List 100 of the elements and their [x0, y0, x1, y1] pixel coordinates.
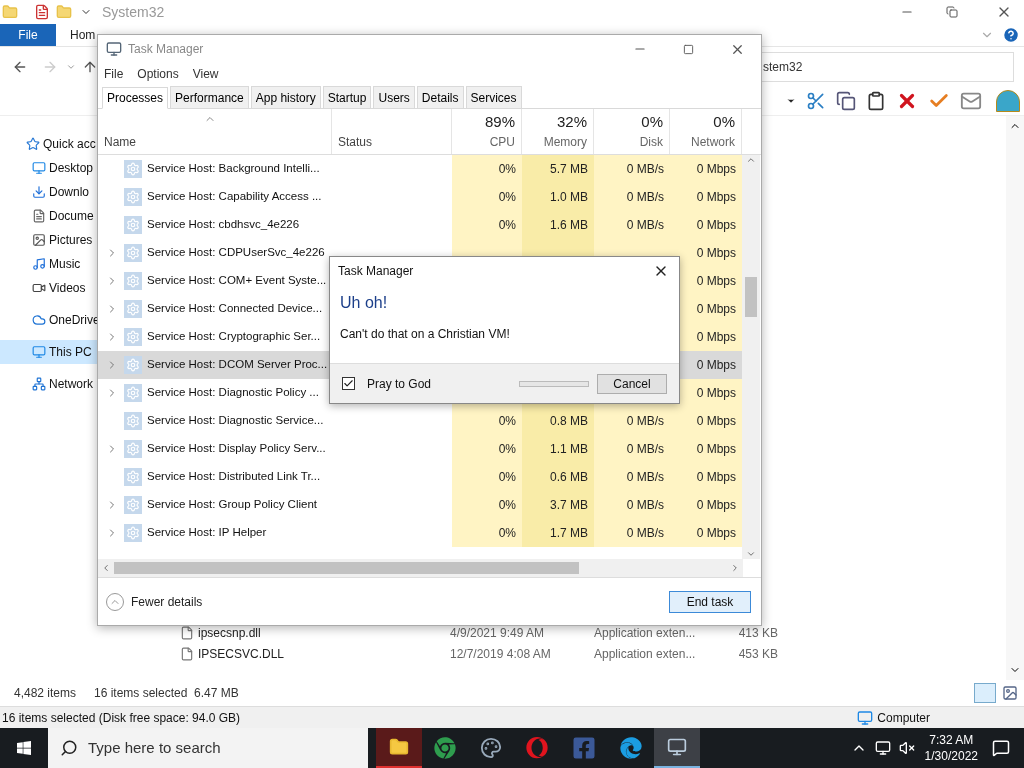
- scissors-icon[interactable]: [806, 90, 826, 111]
- ribbon-tab[interactable]: Hom: [56, 24, 96, 46]
- process-row[interactable]: Service Host: Display Policy Serv... 0% 1.1 MB 0 MB/s 0 Mbps: [98, 435, 742, 463]
- column-header[interactable]: CPU: [489, 133, 515, 151]
- column-header[interactable]: Disk: [639, 133, 663, 151]
- network-icon[interactable]: [874, 740, 891, 756]
- process-row[interactable]: Service Host: Capability Access ... 0% 1.0 MB 0 MB/s 0 Mbps: [98, 183, 742, 211]
- sidebar-icon: [32, 233, 46, 247]
- sidebar-item[interactable]: Quick acc: [0, 132, 100, 156]
- file-type: Application exten...: [594, 624, 697, 642]
- sidebar-item[interactable]: Downlo: [0, 180, 100, 204]
- fewer-details-link[interactable]: Fewer details: [131, 592, 203, 611]
- tab[interactable]: Startup: [322, 86, 372, 108]
- menu-item[interactable]: File: [104, 65, 124, 83]
- file-date: 4/9/2021 9:49 AM: [450, 624, 546, 642]
- process-name: Service Host: Diagnostic Policy ...: [147, 385, 319, 401]
- restore-icon[interactable]: [946, 6, 958, 18]
- sidebar-item[interactable]: Docume: [0, 204, 100, 228]
- column-header[interactable]: Memory: [543, 133, 587, 151]
- process-row[interactable]: Service Host: Background Intelli... 0% 5.7 MB 0 MB/s 0 Mbps: [98, 155, 742, 183]
- gear-icon: [124, 524, 142, 542]
- table-cell-text: 0 MB/s: [626, 413, 664, 430]
- table-cell-text: 5.7 MB: [550, 161, 588, 178]
- sidebar-item[interactable]: Pictures: [0, 228, 100, 252]
- column-total: 89%: [484, 111, 515, 132]
- scroll-left-icon[interactable]: [101, 563, 111, 573]
- process-row[interactable]: Service Host: IP Helper 0% 1.7 MB 0 MB/s 0 Mbps: [98, 519, 742, 547]
- help-icon[interactable]: [1002, 26, 1020, 44]
- table-cell-text: 0 Mbps: [696, 301, 736, 318]
- clock-time[interactable]: 7:32 AM: [929, 732, 974, 748]
- menu-item[interactable]: View: [192, 65, 219, 83]
- column-header[interactable]: Network: [691, 133, 735, 151]
- tab[interactable]: Services: [465, 86, 522, 108]
- tab[interactable]: Users: [373, 86, 415, 108]
- process-row[interactable]: Service Host: Diagnostic Service... 0% 0.8 MB 0 MB/s 0 Mbps: [98, 407, 742, 435]
- thumbnails-view-icon[interactable]: [1002, 685, 1018, 701]
- sidebar-item[interactable]: Videos: [0, 276, 100, 300]
- paint-icon[interactable]: [480, 737, 502, 759]
- table-cell-text: 0 MB/s: [626, 189, 664, 206]
- sidebar-item[interactable]: This PC: [0, 340, 100, 364]
- copy-icon[interactable]: [836, 90, 856, 111]
- process-name: Service Host: cbdhsvc_4e226: [147, 217, 300, 233]
- gear-icon: [124, 468, 142, 486]
- table-cell-text: 0%: [498, 469, 516, 486]
- clock-date[interactable]: 1/30/2022: [924, 748, 978, 764]
- search-field[interactable]: Type here to search: [48, 728, 368, 768]
- gear-icon: [124, 496, 142, 514]
- start-icon[interactable]: [16, 740, 32, 756]
- scroll-down-icon[interactable]: [746, 549, 756, 559]
- scroll-thumb[interactable]: [114, 562, 579, 574]
- clipboard-icon[interactable]: [866, 90, 886, 111]
- process-row[interactable]: Service Host: Distributed Link Tr... 0% 0.6 MB 0 MB/s 0 Mbps: [98, 463, 742, 491]
- facebook-icon[interactable]: [572, 736, 596, 760]
- gear-icon: [124, 412, 142, 430]
- maximize-icon[interactable]: [683, 43, 694, 55]
- end-task-button[interactable]: End task: [669, 590, 751, 613]
- tab[interactable]: App history: [250, 86, 321, 108]
- opera-icon[interactable]: [526, 737, 548, 759]
- file-explorer-icon[interactable]: [376, 728, 422, 768]
- menu-item[interactable]: Options: [137, 65, 179, 83]
- tab[interactable]: Performance: [170, 86, 249, 108]
- file-name[interactable]: ipsecsnp.dll: [198, 623, 450, 642]
- dll-file-icon: [180, 646, 194, 661]
- edge-icon[interactable]: [620, 737, 642, 759]
- item-count: 4,482 items: [14, 685, 78, 702]
- ribbon-tab[interactable]: File: [0, 24, 56, 46]
- volume-muted-icon[interactable]: [898, 740, 915, 756]
- scroll-right-icon[interactable]: [730, 563, 740, 573]
- sidebar-item[interactable]: Desktop: [0, 156, 100, 180]
- browser-icon[interactable]: [434, 737, 456, 759]
- checkbox[interactable]: [342, 377, 355, 390]
- sidebar-item[interactable]: Music: [0, 252, 100, 276]
- scroll-thumb[interactable]: [745, 277, 757, 317]
- table-cell-text: 0.8 MB: [550, 413, 588, 430]
- scroll-up-icon[interactable]: [746, 155, 756, 165]
- tab[interactable]: Details: [416, 86, 464, 108]
- process-name: Service Host: Diagnostic Service...: [147, 413, 324, 429]
- process-row[interactable]: Service Host: cbdhsvc_4e226 0% 1.6 MB 0 MB/s 0 Mbps: [98, 211, 742, 239]
- status-text: 16 items selected (Disk free space: 94.0 GB): [2, 709, 241, 727]
- tab[interactable]: Processes: [102, 87, 169, 109]
- file-name[interactable]: IPSECSVC.DLL: [198, 644, 450, 663]
- process-name: Service Host: Background Intelli...: [147, 161, 320, 177]
- column-header[interactable]: Status: [338, 133, 373, 151]
- sidebar-item[interactable]: Network: [0, 372, 100, 396]
- cancel-button[interactable]: Cancel: [597, 373, 667, 394]
- process-name: Service Host: CDPUserSvc_4e226: [147, 245, 325, 261]
- notifications-icon[interactable]: [992, 739, 1010, 757]
- table-cell-text: 0 Mbps: [696, 525, 736, 542]
- folder-icon[interactable]: [2, 4, 18, 20]
- table-cell-text: 0%: [498, 161, 516, 178]
- dialog-message: Can't do that on a Christian VM!: [340, 326, 511, 343]
- process-row[interactable]: Service Host: Group Policy Client 0% 3.7 MB 0 MB/s 0 Mbps: [98, 491, 742, 519]
- new-folder-icon[interactable]: [56, 4, 72, 20]
- properties-icon[interactable]: [34, 4, 50, 20]
- table-cell-text: 1.6 MB: [550, 217, 588, 234]
- column-header[interactable]: Name: [104, 133, 136, 151]
- horizontal-scrollbar[interactable]: [98, 559, 743, 577]
- vertical-scrollbar[interactable]: [742, 155, 760, 559]
- checkbox-label[interactable]: Pray to God: [367, 374, 432, 393]
- table-cell-text: 0 Mbps: [696, 357, 736, 374]
